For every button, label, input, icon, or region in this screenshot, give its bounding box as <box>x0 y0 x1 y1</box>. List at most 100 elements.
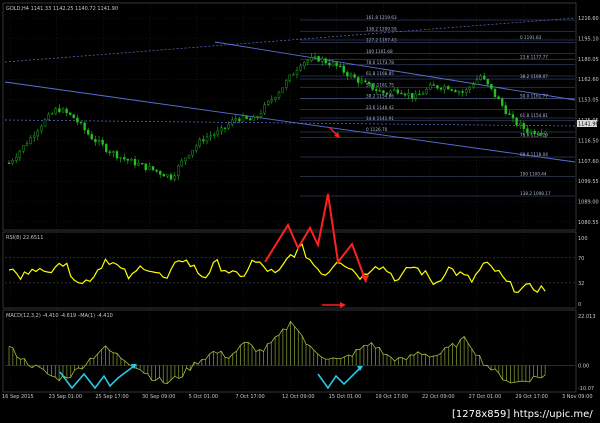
macd-line <box>8 320 546 385</box>
candle-body <box>508 113 511 115</box>
candle-body <box>375 89 378 91</box>
candle-body <box>191 150 194 156</box>
candle-body <box>357 77 360 83</box>
candle-body <box>364 80 367 83</box>
price-tick-label: 1080.55 <box>578 220 599 226</box>
price-tick-label: 1099.55 <box>578 179 599 185</box>
candle-body <box>220 127 223 132</box>
candle-body <box>277 92 281 98</box>
candle-body <box>447 86 450 90</box>
candle-body <box>158 171 162 175</box>
price-tick-label: 1162.60 <box>578 77 599 83</box>
candle-body <box>274 97 277 100</box>
fib-level-label: 38.2 1154.86 <box>366 94 394 99</box>
candle-body <box>151 166 155 171</box>
candle-body <box>248 118 252 121</box>
time-tick-label: 29 Oct 17:00 <box>515 394 548 400</box>
candle-body <box>51 113 54 115</box>
candle-body <box>245 115 248 119</box>
candle-body <box>223 127 227 129</box>
rsi-tick-label: 32 <box>578 281 584 287</box>
macd-tick-label: 22.013 <box>578 314 596 320</box>
candle-body <box>429 84 432 90</box>
time-tick-label: 19 Oct 17:00 <box>375 394 408 400</box>
candle-body <box>367 81 371 84</box>
red-rsi-arrowhead <box>340 302 346 308</box>
candle-body <box>36 130 39 137</box>
candle-body <box>497 96 500 100</box>
candle-body <box>202 139 205 142</box>
price-tick-label: 1089.00 <box>578 200 599 206</box>
price-tick-label: 1107.60 <box>578 159 599 165</box>
candle-body <box>504 105 507 114</box>
candle-body <box>526 128 529 133</box>
candle-body <box>104 144 108 152</box>
candle-body <box>400 92 403 95</box>
candle-body <box>454 90 457 93</box>
candle-body <box>396 89 399 94</box>
candle-body <box>238 118 241 122</box>
candle-body <box>529 130 533 133</box>
candle-body <box>86 129 90 135</box>
candle-body <box>540 133 543 135</box>
grid-lines <box>5 4 575 392</box>
fib-level-label: 23.6 1177.77 <box>520 55 548 60</box>
candle-body <box>393 89 396 92</box>
time-tick-label: 7 Oct 17:00 <box>235 394 264 400</box>
fibonacci-levels: 161.8 1219.63138.2 1209.59127.2 1197.431… <box>300 15 575 197</box>
fib-level-label: 14.6 1141.91 <box>366 116 394 121</box>
fib-level-label: 161.8 1219.63 <box>366 15 397 20</box>
candle-body <box>43 119 47 127</box>
time-tick-label: 16 Sep 2015 <box>2 394 34 400</box>
macd-header: MACD(12,3,2) -4.410 -4.619 –MA(1) -4.410 <box>6 313 113 319</box>
candle-body <box>241 115 245 122</box>
candle-body <box>97 140 101 143</box>
candle-body <box>317 56 320 62</box>
chart-svg[interactable]: 161.8 1219.63138.2 1209.59127.2 1197.431… <box>0 0 600 423</box>
candle-body <box>533 130 536 135</box>
candle-body <box>194 145 198 151</box>
candle-body <box>155 169 158 172</box>
candle-body <box>403 93 407 96</box>
candle-body <box>389 90 392 94</box>
candle-body <box>414 93 417 99</box>
candle-body <box>205 136 209 142</box>
candle-body <box>385 92 389 94</box>
candle-body <box>432 84 435 86</box>
fib-level-label: 50.0 1161.77 <box>520 94 548 99</box>
candle-body <box>79 122 83 124</box>
fib-level-label: 23.6 1148.42 <box>366 105 394 110</box>
fib-level-label: 61.8 1154.81 <box>520 113 548 118</box>
candle-body <box>418 93 421 96</box>
candle-body <box>7 162 11 164</box>
candle-body <box>511 114 515 119</box>
candle-body <box>144 163 148 170</box>
candle-body <box>501 98 504 106</box>
candle-body <box>382 90 385 94</box>
time-tick-label: 30 Sep 09:00 <box>142 394 175 400</box>
candle-body <box>468 86 471 90</box>
candle-body <box>33 135 36 138</box>
candle-body <box>346 72 349 77</box>
price-tick-label: 1216.60 <box>578 16 599 22</box>
candle-body <box>515 117 518 126</box>
candle-body <box>475 79 479 85</box>
candle-body <box>198 139 202 147</box>
candle-body <box>212 134 216 136</box>
candle-body <box>270 99 273 102</box>
candle-body <box>324 58 327 64</box>
price-header: GOLD,H4 1141.33 1142.25 1140.72 1141.90 <box>6 6 118 12</box>
candle-body <box>267 100 270 106</box>
candle-body <box>14 157 18 161</box>
candle-body <box>184 157 187 162</box>
price-tick-label: 1195.10 <box>578 36 599 42</box>
candle-body <box>11 160 14 164</box>
candle-body <box>234 118 238 121</box>
cyan-macd-zigzag-right <box>317 367 361 390</box>
candle-body <box>122 157 126 160</box>
time-tick-label: 22 Oct 09:00 <box>422 394 455 400</box>
candle-body <box>331 62 335 66</box>
candle-body <box>436 85 439 89</box>
price-tick-label: 1116.50 <box>578 138 599 144</box>
candle-body <box>216 130 220 135</box>
